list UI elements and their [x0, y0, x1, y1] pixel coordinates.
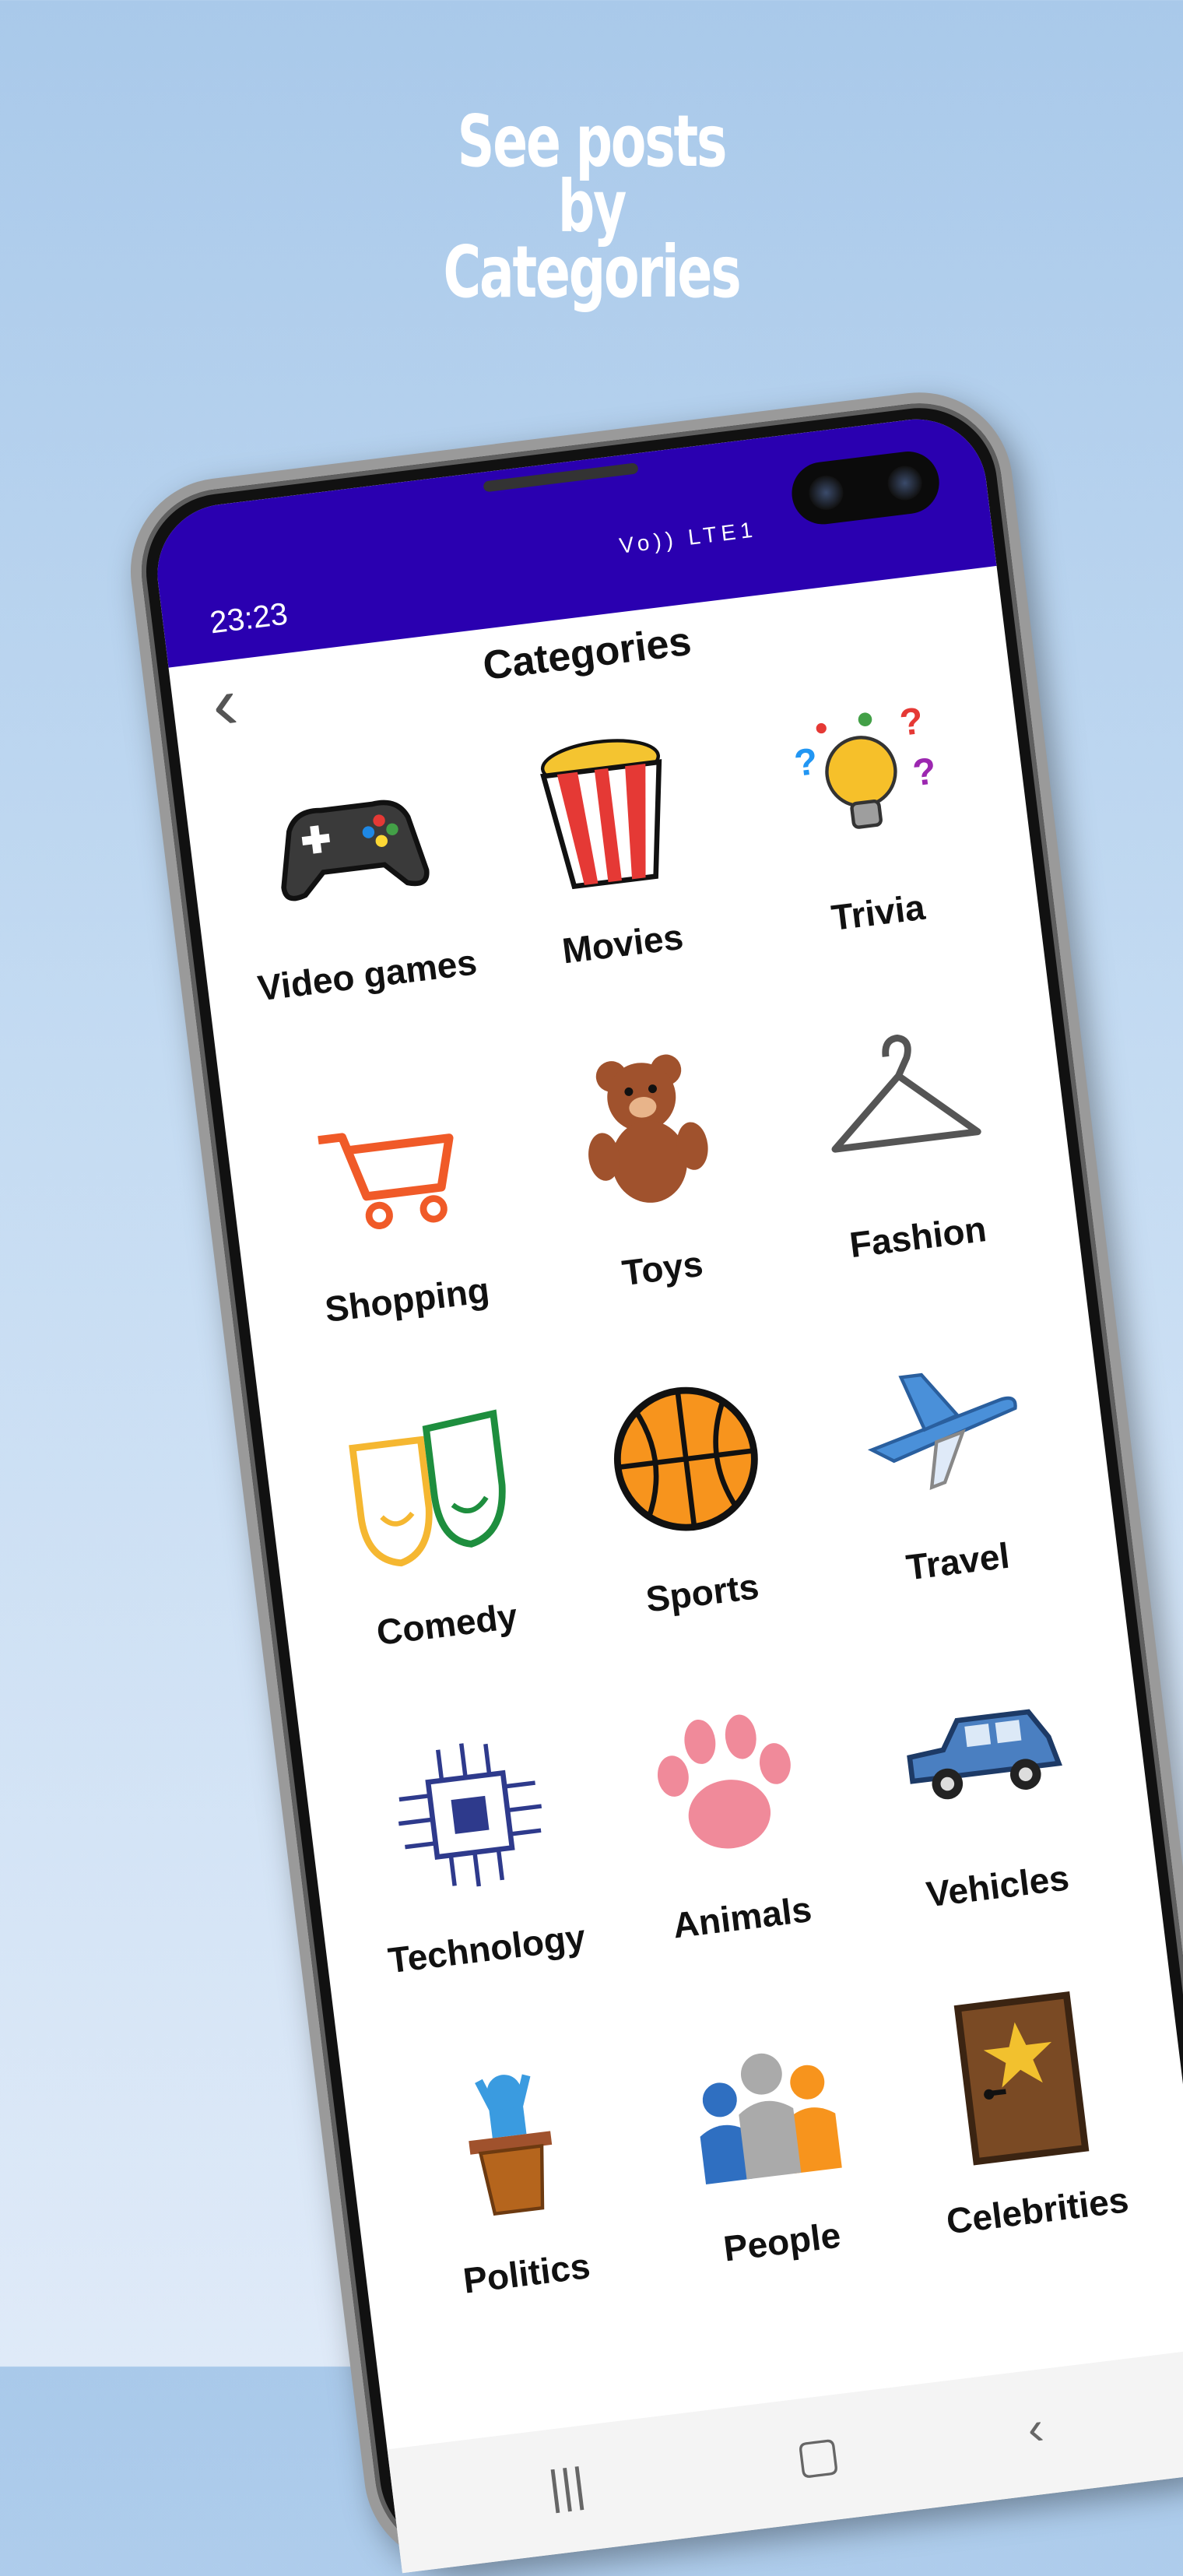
category-label: Animals — [670, 1889, 814, 1946]
category-toys[interactable]: Toys — [505, 1010, 800, 1366]
svg-text:?: ? — [792, 740, 820, 785]
category-animals[interactable]: Animals — [584, 1660, 879, 2015]
category-label: Movies — [560, 915, 686, 972]
category-label: Trivia — [829, 886, 928, 938]
basketball-icon — [613, 1386, 758, 1531]
paw-icon — [657, 1714, 791, 1849]
system-nav-bar: ||| ▢ ‹ — [387, 2347, 1183, 2574]
popcorn-icon — [540, 739, 662, 890]
podium-icon — [469, 2074, 553, 2216]
category-comedy[interactable]: Comedy — [290, 1366, 584, 1722]
lightbulb-icon: ? ? ? — [792, 700, 939, 829]
headline-line-3: Categories — [443, 230, 742, 314]
hanger-icon — [831, 1035, 981, 1153]
category-celebrities[interactable]: Celebrities — [880, 1952, 1175, 2308]
category-label: Politics — [461, 2245, 592, 2301]
category-label: Toys — [620, 1242, 706, 1294]
recents-icon[interactable]: ||| — [546, 2457, 588, 2514]
category-label: Celebrities — [944, 2179, 1131, 2242]
category-label: Vehicles — [924, 1857, 1072, 1915]
category-politics[interactable]: Politics — [369, 2015, 664, 2371]
status-time: 23:23 — [208, 596, 290, 641]
svg-text:?: ? — [897, 700, 925, 744]
status-icons: Vo)) LTE1 — [617, 517, 759, 558]
category-label: Technology — [385, 1916, 588, 1981]
category-label: Shopping — [322, 1269, 492, 1330]
gamepad-icon — [281, 800, 430, 901]
category-travel[interactable]: Travel — [800, 1304, 1095, 1660]
category-video-games[interactable]: Video games — [210, 718, 505, 1074]
phone-frame: Vo)) LTE1 23:23 ‹ Categories Video games — [120, 381, 1183, 2576]
category-label: Sports — [643, 1566, 761, 1620]
category-label: Travel — [904, 1534, 1012, 1588]
front-camera — [788, 448, 943, 528]
category-technology[interactable]: Technology — [329, 1691, 624, 2047]
promo-headline: See posts by Categories — [166, 106, 1017, 314]
category-sports[interactable]: Sports — [545, 1335, 840, 1691]
category-label: People — [721, 2214, 843, 2269]
star-door-icon — [953, 1991, 1090, 2166]
car-icon — [906, 1709, 1062, 1800]
home-icon[interactable]: ▢ — [793, 2426, 844, 2485]
category-shopping[interactable]: Shopping — [250, 1042, 545, 1397]
airplane-icon — [867, 1372, 1017, 1491]
shopping-cart-icon — [318, 1133, 454, 1229]
category-movies[interactable]: Movies — [465, 686, 760, 1042]
category-fashion[interactable]: Fashion — [760, 979, 1055, 1335]
svg-text:?: ? — [911, 750, 939, 794]
category-people[interactable]: People — [625, 1984, 920, 2340]
category-label: Comedy — [374, 1595, 520, 1653]
chip-icon — [398, 1743, 542, 1887]
people-icon — [700, 2053, 842, 2184]
comedy-masks-icon — [349, 1409, 506, 1567]
category-trivia[interactable]: ? ? ? Trivia — [721, 655, 1016, 1010]
category-label: Fashion — [847, 1208, 989, 1266]
category-vehicles[interactable]: Vehicles — [841, 1629, 1136, 1984]
back-icon[interactable]: ‹ — [1024, 2401, 1046, 2456]
teddy-bear-icon — [588, 1054, 708, 1203]
category-label: Video games — [255, 941, 479, 1009]
